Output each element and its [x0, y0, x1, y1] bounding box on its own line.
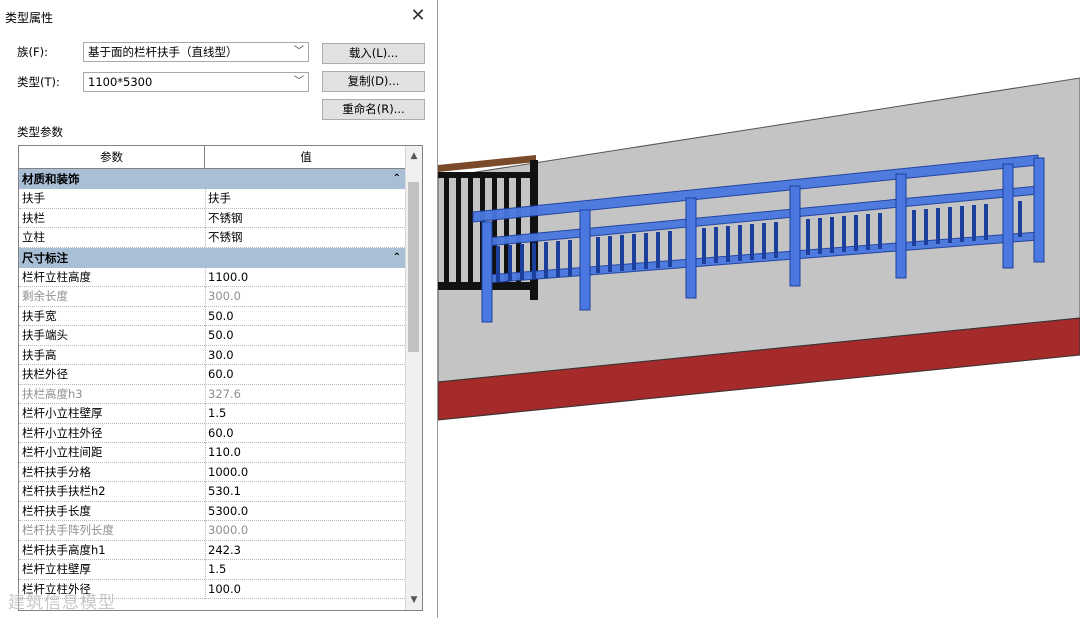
- group-header-label: 尺寸标注: [22, 250, 68, 265]
- type-label: 类型(T):: [17, 75, 60, 89]
- parameter-name: 栏杆小立柱间距: [22, 445, 103, 459]
- parameter-value[interactable]: 3000.0: [205, 521, 408, 540]
- table-row[interactable]: 栏杆扶手分格 1000.0: [19, 462, 408, 482]
- parameter-name: 扶栏外径: [22, 367, 68, 381]
- table-row[interactable]: 栏杆扶手长度 5300.0: [19, 501, 408, 521]
- parameter-name: 立柱: [22, 230, 45, 244]
- table-row[interactable]: 扶手高 30.0: [19, 345, 408, 365]
- parameter-name: 扶手端头: [22, 328, 68, 342]
- dialog-titlebar: 类型属性 ✕: [0, 0, 437, 34]
- table-row[interactable]: 扶栏 不锈钢: [19, 208, 408, 228]
- parameter-value[interactable]: 60.0: [205, 365, 408, 384]
- type-select-value: 1100*5300: [88, 75, 153, 89]
- parameter-value[interactable]: 1100.0: [205, 267, 408, 287]
- parameter-name: 栏杆小立柱壁厚: [22, 406, 103, 420]
- parameter-value[interactable]: 1.5: [205, 560, 408, 579]
- close-icon[interactable]: ✕: [407, 5, 429, 27]
- group-header-label: 材质和装饰: [22, 172, 80, 186]
- group-header[interactable]: 材质和装饰 ⌃: [19, 169, 407, 189]
- type-properties-dialog: 类型属性 ✕ 族(F): 基于面的栏杆扶手（直线型） ﹀ 载入(L)... 类型…: [0, 0, 438, 618]
- parameter-value[interactable]: 1000.0: [205, 462, 408, 482]
- load-button[interactable]: 载入(L)...: [322, 43, 425, 64]
- parameter-name: 栏杆小立柱外径: [22, 425, 103, 440]
- parameter-value[interactable]: 不锈钢: [205, 208, 408, 228]
- parameter-value[interactable]: 不锈钢: [205, 228, 408, 247]
- table-row[interactable]: 扶栏外径 60.0: [19, 365, 407, 385]
- table-row[interactable]: 栏杆小立柱壁厚 1.5: [19, 404, 407, 424]
- parameter-name: 栏杆扶手阵列长度: [22, 523, 114, 537]
- parameter-name: 扶栏: [22, 210, 45, 225]
- parameter-name: 扶手: [22, 191, 45, 205]
- chevron-down-icon: ﹀: [294, 46, 304, 57]
- table-header: 参数 值: [19, 146, 407, 169]
- parameter-value[interactable]: 100.0: [205, 579, 408, 599]
- parameter-value[interactable]: 327.6: [205, 384, 408, 404]
- parameter-name: 扶栏高度h3: [22, 386, 83, 401]
- scrollbar-thumb[interactable]: [408, 182, 419, 352]
- parameter-name: 栏杆扶手高度h1: [22, 542, 106, 557]
- table-row[interactable]: 剩余长度 300.0: [19, 287, 407, 307]
- type-select[interactable]: 1100*5300 ﹀: [83, 72, 309, 92]
- table-row[interactable]: 栏杆扶手阵列长度 3000.0: [19, 521, 407, 541]
- dialog-title: 类型属性: [5, 11, 54, 25]
- rename-button[interactable]: 重命名(R)...: [322, 99, 425, 120]
- duplicate-button[interactable]: 复制(D)...: [322, 71, 425, 92]
- parameter-value[interactable]: 50.0: [205, 306, 408, 326]
- parameter-name: 剩余长度: [22, 289, 68, 303]
- collapse-icon[interactable]: ⌃: [393, 169, 401, 189]
- scroll-up-icon[interactable]: ▲: [406, 148, 422, 164]
- parameter-value[interactable]: 30.0: [205, 345, 408, 365]
- parameter-name: 栏杆扶手长度: [22, 503, 91, 518]
- parameter-value[interactable]: 110.0: [205, 443, 408, 462]
- parameter-name: 栏杆扶手分格: [22, 464, 91, 479]
- parameter-value[interactable]: 60.0: [205, 423, 408, 443]
- parameter-name: 扶手宽: [22, 308, 57, 323]
- watermark: 建筑信息模型: [8, 593, 116, 613]
- parameter-value[interactable]: 50.0: [205, 326, 408, 345]
- table-body: 材质和装饰 ⌃ 扶手 扶手 扶栏 不锈钢 立柱 不锈钢 尺寸标注 ⌃ 栏杆立柱高度 1100.0 剩余长…: [19, 169, 407, 599]
- table-row[interactable]: 栏杆小立柱外径 60.0: [19, 423, 408, 443]
- table-row[interactable]: 扶手宽 50.0: [19, 306, 408, 326]
- parameter-name: 栏杆立柱壁厚: [22, 562, 91, 576]
- table-row[interactable]: 扶手端头 50.0: [19, 326, 407, 346]
- table-row[interactable]: 扶手 扶手: [19, 189, 407, 209]
- group-header[interactable]: 尺寸标注 ⌃: [19, 247, 407, 268]
- chevron-down-icon: ﹀: [294, 76, 304, 87]
- 3d-viewport[interactable]: [438, 0, 1080, 618]
- table-row[interactable]: 立柱 不锈钢: [19, 228, 407, 248]
- parameter-name: 扶手高: [22, 347, 57, 362]
- table-row[interactable]: 栏杆小立柱间距 110.0: [19, 443, 407, 463]
- parameter-value[interactable]: 242.3: [205, 540, 408, 560]
- parameter-name: 栏杆立柱高度: [22, 269, 91, 284]
- type-parameters-table: 参数 值 材质和装饰 ⌃ 扶手 扶手 扶栏 不锈钢 立柱 不锈钢 尺寸标注 ⌃ 栏杆立柱高度 1100…: [18, 145, 423, 611]
- railing-model-view: [438, 77, 1080, 421]
- parameter-value[interactable]: 530.1: [205, 482, 408, 501]
- table-row[interactable]: 栏杆立柱壁厚 1.5: [19, 560, 407, 580]
- column-header-parameter[interactable]: 参数: [19, 146, 205, 168]
- family-select[interactable]: 基于面的栏杆扶手（直线型） ﹀: [83, 42, 309, 62]
- type-parameters-label: 类型参数: [17, 125, 63, 139]
- parameter-value[interactable]: 5300.0: [205, 501, 408, 521]
- table-row[interactable]: 栏杆扶手高度h1 242.3: [19, 540, 408, 560]
- parameter-value[interactable]: 300.0: [205, 287, 408, 306]
- column-header-value[interactable]: 值: [205, 146, 407, 168]
- scroll-down-icon[interactable]: ▼: [406, 592, 422, 608]
- parameter-value[interactable]: 扶手: [205, 189, 408, 208]
- parameter-value[interactable]: 1.5: [205, 404, 408, 423]
- table-row[interactable]: 栏杆扶手扶栏h2 530.1: [19, 482, 407, 502]
- family-label: 族(F):: [17, 45, 48, 59]
- collapse-icon[interactable]: ⌃: [393, 248, 401, 268]
- table-row[interactable]: 扶栏高度h3 327.6: [19, 384, 408, 404]
- parameter-name: 栏杆扶手扶栏h2: [22, 484, 106, 498]
- family-select-value: 基于面的栏杆扶手（直线型）: [88, 45, 238, 59]
- vertical-scrollbar[interactable]: ▲ ▼: [405, 146, 422, 610]
- table-row[interactable]: 栏杆立柱高度 1100.0: [19, 267, 408, 287]
